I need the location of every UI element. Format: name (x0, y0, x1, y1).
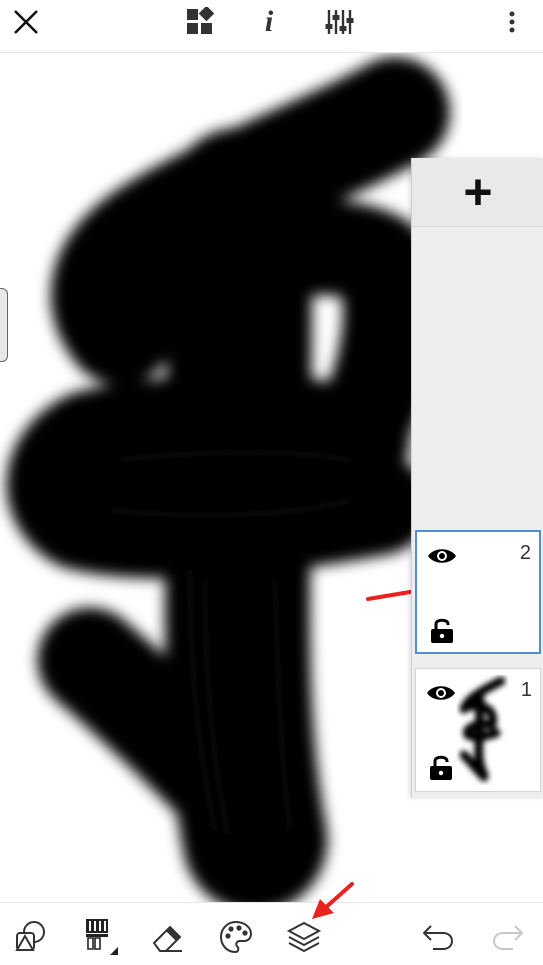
bottom-toolbar (0, 882, 543, 965)
more-menu-button[interactable] (498, 0, 526, 44)
shapes-icon (15, 921, 45, 951)
palette-icon (219, 920, 253, 954)
redo-button[interactable] (488, 917, 528, 957)
redo-icon (492, 925, 523, 950)
annotation-arrow-toolbar (312, 882, 354, 919)
widgets-icon (187, 7, 215, 34)
brush-tool-button[interactable] (80, 917, 120, 957)
top-toolbar: i (0, 0, 543, 53)
brush-icon (86, 919, 118, 955)
gallery-button[interactable] (182, 0, 218, 44)
layer-number: 1 (520, 679, 532, 701)
layer-item-2[interactable]: 2 (415, 530, 541, 654)
layer-item-1[interactable]: 1 (415, 668, 541, 792)
info-button[interactable]: i (254, 0, 284, 44)
more-vertical-icon (509, 11, 515, 33)
eye-icon[interactable] (426, 683, 456, 703)
eraser-icon (152, 925, 182, 952)
shapes-tool-button[interactable] (12, 917, 52, 957)
eye-icon[interactable] (427, 546, 457, 566)
undo-button[interactable] (418, 917, 458, 957)
sliders-icon (325, 10, 354, 34)
layers-panel: + 2 1 (411, 158, 543, 798)
eraser-tool-button[interactable] (148, 917, 188, 957)
close-icon (14, 10, 38, 34)
unlock-icon[interactable] (429, 753, 453, 781)
add-layer-button[interactable]: + (412, 158, 543, 227)
side-panel-handle[interactable] (0, 288, 8, 362)
layer-thumbnail (459, 676, 506, 782)
color-palette-button[interactable] (216, 917, 256, 957)
info-icon: i (264, 5, 274, 38)
plus-icon: + (463, 164, 493, 220)
layers-tool-button[interactable] (284, 917, 324, 957)
close-button[interactable] (8, 0, 44, 44)
layers-icon (286, 921, 322, 953)
layer-number: 2 (519, 542, 531, 564)
undo-icon (423, 925, 454, 950)
unlock-icon[interactable] (430, 616, 454, 644)
adjust-button[interactable] (322, 0, 356, 44)
